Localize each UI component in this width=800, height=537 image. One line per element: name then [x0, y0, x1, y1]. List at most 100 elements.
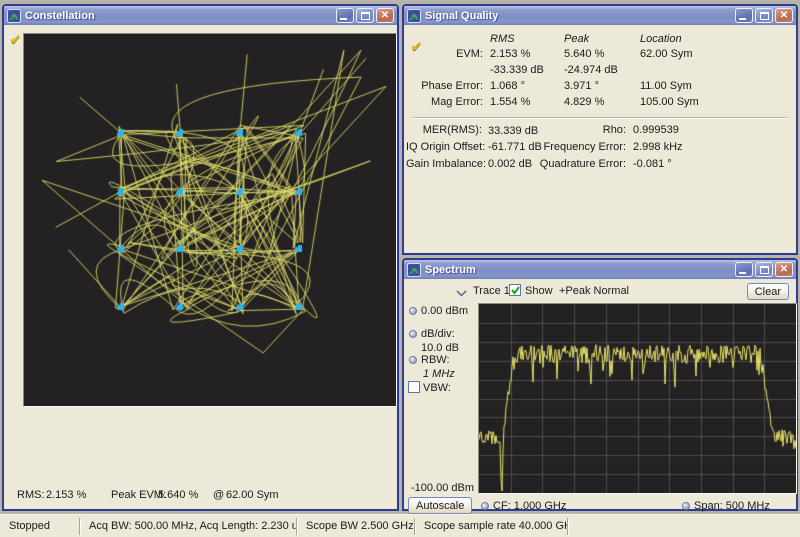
- app-desktop: { "windows": { "constellation": { "title…: [0, 0, 800, 537]
- minimize-button[interactable]: [735, 262, 753, 277]
- at-symbol: @: [213, 489, 224, 501]
- summary-value: 0.999539: [633, 124, 679, 136]
- summary-label: MER(RMS):: [406, 124, 482, 136]
- peak-evm-value: 5.640 %: [158, 489, 198, 501]
- rbw-value[interactable]: 1 MHz: [423, 368, 455, 380]
- col-header-location: Location: [640, 33, 682, 45]
- span-knob-icon[interactable]: [682, 502, 690, 510]
- window-title: Constellation: [25, 10, 334, 22]
- constellation-status-row: RMS: 2.153 % Peak EVM: 5.640 % @ 62.00 S…: [15, 489, 395, 502]
- status-sample-rate: Scope sample rate 40.000 GHz: [415, 518, 568, 535]
- constellation-plot-frame: [23, 33, 397, 407]
- rms-value: 2.153 %: [46, 489, 86, 501]
- show-label: Show: [525, 285, 553, 297]
- status-acq-info: Acq BW: 500.00 MHz, Acq Length: 2.230 us: [80, 518, 297, 535]
- spectrum-plot-canvas: [479, 304, 796, 493]
- row-label: Mag Error:: [406, 96, 483, 108]
- summary-value: -61.771 dB: [488, 141, 542, 153]
- signal-quality-titlebar[interactable]: Signal Quality ✕: [404, 6, 796, 25]
- row-label: EVM:: [406, 48, 483, 60]
- at-value: 62.00 Sym: [226, 489, 279, 501]
- close-icon: ✕: [776, 9, 792, 22]
- minimize-button[interactable]: [735, 8, 753, 23]
- constellation-plot-canvas: [24, 34, 396, 406]
- check-icon: [511, 286, 520, 295]
- chevron-down-icon[interactable]: [456, 288, 467, 300]
- ref-level-value[interactable]: 0.00 dBm: [421, 305, 468, 317]
- maximize-icon: [760, 12, 769, 20]
- summary-label: Frequency Error:: [536, 141, 626, 153]
- span-value[interactable]: Span: 500 MHz: [694, 500, 770, 512]
- rbw-label: RBW:: [421, 354, 450, 366]
- row-peak: 3.971 °: [564, 80, 599, 92]
- maximize-icon: [760, 266, 769, 274]
- close-button[interactable]: ✕: [376, 8, 394, 23]
- window-title: Signal Quality: [425, 10, 733, 22]
- show-checkbox[interactable]: [509, 284, 521, 296]
- cf-value[interactable]: CF: 1.000 GHz: [493, 500, 566, 512]
- row-rms: 2.153 %: [490, 48, 530, 60]
- trace-selector-label[interactable]: Trace 1: [473, 285, 510, 297]
- row-location: 105.00 Sym: [640, 96, 699, 108]
- status-scope-bw: Scope BW 2.500 GHz: [297, 518, 415, 535]
- close-icon: ✕: [776, 263, 792, 276]
- db-div-value[interactable]: 10.0 dB: [421, 342, 459, 354]
- col-header-peak: Peak: [564, 33, 589, 45]
- maximize-button[interactable]: [755, 8, 773, 23]
- row-rms: 1.554 %: [490, 96, 530, 108]
- signal-quality-window: Signal Quality ✕ ✔ RMS Peak Location EVM…: [402, 4, 798, 255]
- cf-knob-icon[interactable]: [481, 502, 489, 510]
- status-run-state: Stopped: [0, 518, 80, 535]
- db-div-knob-icon[interactable]: [409, 330, 417, 338]
- summary-label: Quadrature Error:: [536, 158, 626, 170]
- summary-value: 2.998 kHz: [633, 141, 683, 153]
- minimize-icon: [739, 272, 746, 274]
- app-icon: [7, 9, 21, 23]
- rbw-knob-icon[interactable]: [409, 356, 417, 364]
- summary-value: 0.002 dB: [488, 158, 532, 170]
- row-peak: 4.829 %: [564, 96, 604, 108]
- row-rms: -33.339 dB: [490, 64, 544, 76]
- status-spacer: [568, 518, 800, 535]
- signal-quality-divider: [413, 117, 787, 119]
- ref-level-knob-icon[interactable]: [409, 307, 417, 315]
- close-button[interactable]: ✕: [775, 8, 793, 23]
- summary-label: Rho:: [536, 124, 626, 136]
- app-icon: [407, 9, 421, 23]
- minimize-icon: [739, 18, 746, 20]
- maximize-icon: [361, 12, 370, 20]
- maximize-button[interactable]: [755, 262, 773, 277]
- row-location: 62.00 Sym: [640, 48, 693, 60]
- db-div-label: dB/div:: [421, 328, 455, 340]
- spectrum-titlebar[interactable]: Spectrum ✕: [404, 260, 796, 279]
- row-rms: 1.068 °: [490, 80, 525, 92]
- summary-label: Gain Imbalance:: [406, 158, 482, 170]
- row-peak: 5.640 %: [564, 48, 604, 60]
- row-peak: -24.974 dB: [564, 64, 618, 76]
- spectrum-window: Spectrum ✕ Trace 1 Show +Peak Normal Cle…: [402, 258, 798, 511]
- row-label: Phase Error:: [406, 80, 483, 92]
- constellation-window: Constellation ✕ ✔ RMS: 2.153 % Peak EVM:…: [2, 4, 399, 511]
- summary-label: IQ Origin Offset:: [406, 141, 482, 153]
- status-bar: Stopped Acq BW: 500.00 MHz, Acq Length: …: [0, 514, 800, 537]
- vbw-label: VBW:: [423, 382, 451, 394]
- close-icon: ✕: [377, 9, 393, 22]
- minimize-icon: [340, 18, 347, 20]
- maximize-button[interactable]: [356, 8, 374, 23]
- summary-value: -0.081 °: [633, 158, 672, 170]
- app-icon: [407, 263, 421, 277]
- clear-button[interactable]: Clear: [747, 283, 789, 300]
- minimize-button[interactable]: [336, 8, 354, 23]
- autoscale-button[interactable]: Autoscale: [408, 497, 472, 514]
- row-location: 11.00 Sym: [640, 80, 692, 92]
- data-valid-checkmark-icon: ✔: [10, 32, 21, 48]
- summary-value: 33.339 dB: [488, 125, 538, 137]
- col-header-rms: RMS: [490, 33, 514, 45]
- detector-mode-label: +Peak Normal: [559, 285, 629, 297]
- window-title: Spectrum: [425, 264, 733, 276]
- close-button[interactable]: ✕: [775, 262, 793, 277]
- rms-label: RMS:: [17, 489, 45, 501]
- vbw-checkbox[interactable]: [408, 381, 420, 393]
- bottom-level-value: -100.00 dBm: [411, 482, 474, 494]
- constellation-titlebar[interactable]: Constellation ✕: [4, 6, 397, 25]
